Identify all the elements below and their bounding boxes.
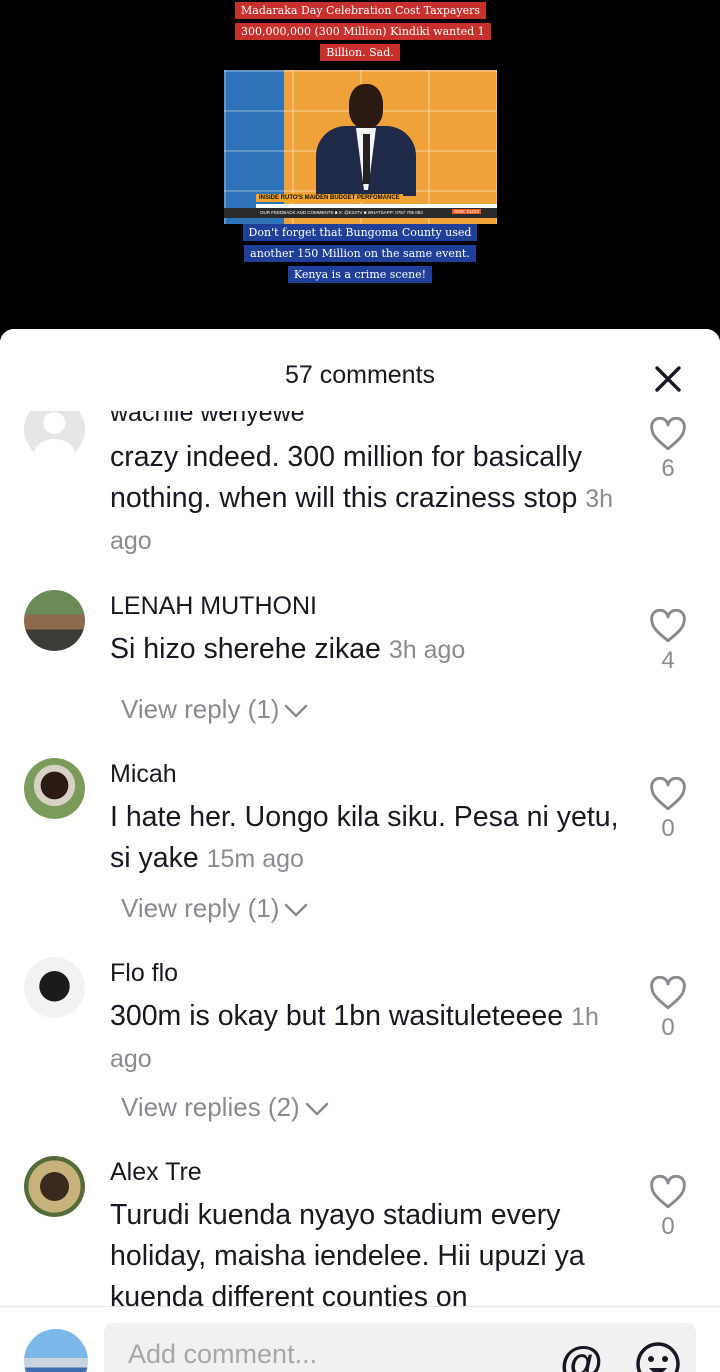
caption-top-text: Madaraka Day Celebration Cost Taxpayers … xyxy=(235,2,491,61)
comment-username[interactable]: Micah xyxy=(110,760,177,789)
comment-text: Si hizo sherehe zikae 3h ago xyxy=(110,629,630,671)
view-replies-label: View reply (1) xyxy=(121,893,280,923)
comment-input[interactable] xyxy=(128,1339,528,1370)
news-clip-image: INSIDE RUTO'S MAIDEN BUDGET PERFOMANCE O… xyxy=(224,70,497,224)
comment-username[interactable]: Alex Tre xyxy=(110,1158,202,1187)
comments-header: 57 comments xyxy=(0,329,720,411)
comment-text: 300m is okay but 1bn wasituleteeee 1h ag… xyxy=(110,996,630,1080)
heart-outline-icon xyxy=(650,609,686,643)
like-count: 0 xyxy=(661,815,675,842)
comment-text: Turudi kuenda nyayo stadium every holida… xyxy=(110,1195,630,1318)
like-button[interactable]: 0 xyxy=(648,1175,688,1241)
comment-timestamp: 3h ago xyxy=(388,636,466,664)
comment-body: crazy indeed. 300 million for basically … xyxy=(110,441,583,514)
emoji-button[interactable] xyxy=(635,1341,681,1372)
view-replies-button[interactable]: View reply (1) xyxy=(121,694,309,725)
video-caption-bottom: Don't forget that Bungoma County used an… xyxy=(235,222,485,285)
news-ticker: OUR FEEDBACK AND COMMENTS ■ X: @K24TV ■ … xyxy=(224,208,497,218)
view-replies-button[interactable]: View reply (1) xyxy=(121,893,309,924)
mention-button[interactable]: @ xyxy=(560,1341,603,1372)
my-avatar[interactable] xyxy=(24,1329,88,1372)
like-button[interactable]: 6 xyxy=(648,417,688,483)
comments-sheet: wachiie wenyewe crazy indeed. 300 millio… xyxy=(0,329,720,1372)
comment-body: 300m is okay but 1bn wasituleteeee xyxy=(110,1000,564,1032)
view-replies-label: View reply (1) xyxy=(121,694,280,724)
view-replies-label: View replies (2) xyxy=(121,1092,300,1122)
news-tag: INSIDE RUTO'S MAIDEN BUDGET PERFOMANCE xyxy=(256,194,403,202)
news-ticker-text: OUR FEEDBACK AND COMMENTS ■ X: @K24TV ■ … xyxy=(260,210,423,215)
avatar[interactable] xyxy=(24,957,85,1018)
comment-username[interactable]: Flo flo xyxy=(110,959,178,988)
chevron-down-icon xyxy=(305,1102,329,1116)
close-icon xyxy=(655,366,681,392)
chevron-down-icon xyxy=(285,704,308,718)
close-button[interactable] xyxy=(650,361,686,397)
like-button[interactable]: 4 xyxy=(648,609,688,675)
comment-username[interactable]: LENAH MUTHONI xyxy=(110,592,317,621)
like-count: 0 xyxy=(661,1014,675,1041)
heart-outline-icon xyxy=(650,777,686,811)
video-caption-top: Madaraka Day Celebration Cost Taxpayers … xyxy=(235,0,491,63)
avatar[interactable] xyxy=(24,1156,85,1217)
like-button[interactable]: 0 xyxy=(648,976,688,1042)
caption-bottom-text: Don't forget that Bungoma County used an… xyxy=(242,224,478,283)
emoji-icon xyxy=(636,1342,680,1372)
comment-body: Si hizo sherehe zikae xyxy=(110,633,381,665)
comment-timestamp: 15m ago xyxy=(206,845,304,873)
like-button[interactable]: 0 xyxy=(648,777,688,843)
avatar[interactable] xyxy=(24,590,85,651)
comment-count: 57 comments xyxy=(284,361,436,389)
chevron-down-icon xyxy=(285,903,308,917)
heart-outline-icon xyxy=(650,976,686,1010)
comment-body: I hate her. Uongo kila siku. Pesa ni yet… xyxy=(110,801,619,874)
heart-outline-icon xyxy=(650,1175,686,1209)
view-replies-button[interactable]: View replies (2) xyxy=(121,1092,330,1123)
comment-input-container[interactable]: @ xyxy=(104,1323,696,1372)
like-count: 0 xyxy=(661,1213,675,1240)
comment-body: Turudi kuenda nyayo stadium every holida… xyxy=(110,1199,585,1313)
like-count: 6 xyxy=(661,455,675,482)
video-player[interactable]: Madaraka Day Celebration Cost Taxpayers … xyxy=(0,0,720,340)
news-ticker-sms: SMS: 21222 xyxy=(452,209,481,214)
comment-text: I hate her. Uongo kila siku. Pesa ni yet… xyxy=(110,797,630,880)
like-count: 4 xyxy=(661,647,675,674)
comment-input-bar: @ xyxy=(0,1306,720,1372)
comment-text: crazy indeed. 300 million for basically … xyxy=(110,437,630,562)
avatar[interactable] xyxy=(24,758,85,819)
at-icon: @ xyxy=(560,1338,603,1372)
heart-outline-icon xyxy=(650,417,686,451)
